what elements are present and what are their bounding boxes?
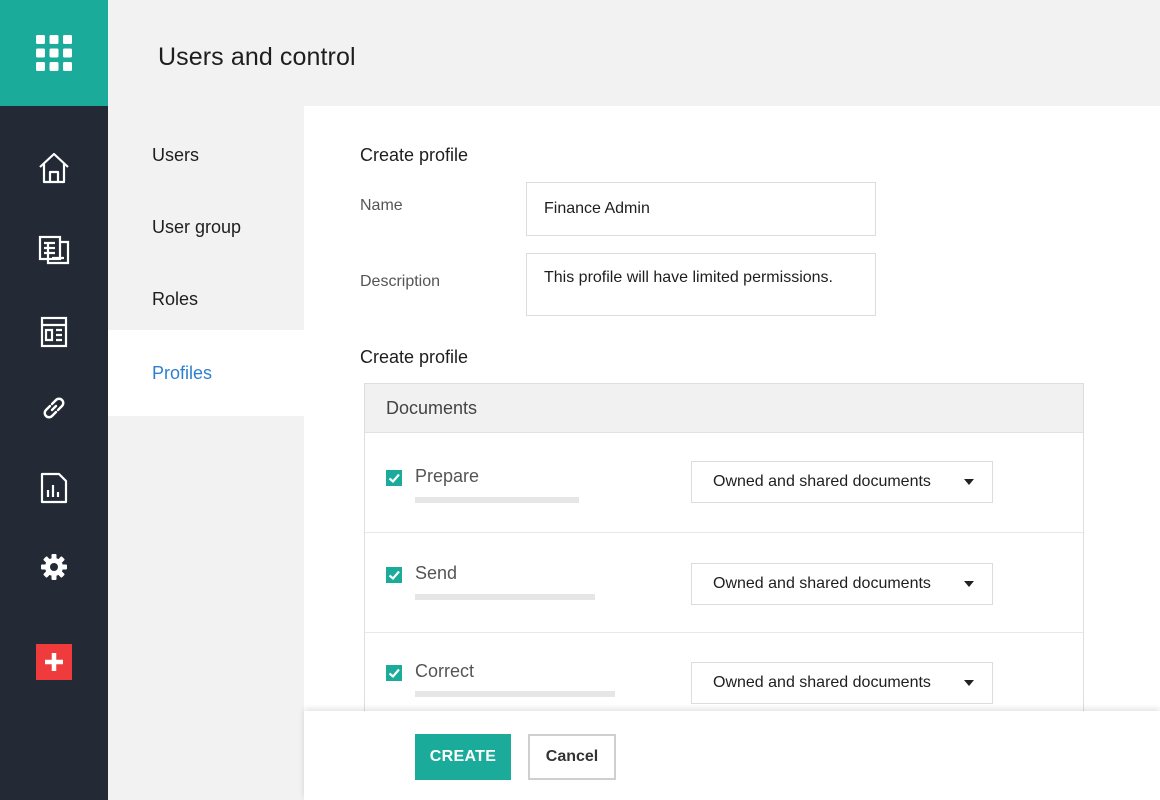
chevron-down-icon: [964, 581, 974, 587]
send-scope-dropdown[interactable]: Owned and shared documents: [691, 563, 993, 605]
rail-settings[interactable]: [0, 545, 108, 589]
reports-icon: [40, 472, 68, 504]
form-footer: CREATE Cancel: [304, 711, 1160, 800]
page-title: Users and control: [158, 43, 356, 71]
documents-group-header: Documents: [365, 384, 1083, 433]
description-label: Description: [360, 273, 441, 290]
send-placeholder-bar: [415, 594, 595, 600]
rail-add[interactable]: [0, 640, 108, 684]
prepare-scope-dropdown[interactable]: Owned and shared documents: [691, 461, 993, 503]
rail-reports[interactable]: [0, 466, 108, 510]
prepare-placeholder-bar: [415, 497, 579, 503]
send-scope-value: Owned and shared documents: [713, 575, 931, 592]
gear-icon: [41, 554, 67, 580]
create-button[interactable]: CREATE: [415, 734, 511, 780]
rail-home[interactable]: [0, 146, 108, 190]
rail-documents[interactable]: [0, 228, 108, 272]
name-label: Name: [360, 197, 403, 214]
correct-label: Correct: [415, 661, 475, 681]
permission-row-send: Send Owned and shared documents: [365, 533, 1083, 633]
permission-row-prepare: Prepare Owned and shared documents: [365, 433, 1083, 533]
send-checkbox[interactable]: [386, 567, 402, 583]
send-label: Send: [415, 563, 458, 583]
templates-icon: [40, 316, 68, 348]
name-field[interactable]: [526, 182, 876, 236]
cancel-button[interactable]: Cancel: [528, 734, 616, 780]
link-icon: [43, 397, 65, 419]
apps-grid-button[interactable]: [0, 0, 108, 106]
chevron-down-icon: [964, 680, 974, 686]
rail-link[interactable]: [0, 386, 108, 430]
correct-scope-value: Owned and shared documents: [713, 674, 931, 691]
subnav-item-user-group[interactable]: User group: [108, 191, 304, 263]
settings-subnav: Users User group Roles Profiles: [108, 106, 304, 800]
prepare-scope-value: Owned and shared documents: [713, 473, 931, 490]
subnav-item-roles[interactable]: Roles: [108, 263, 304, 335]
subnav-item-profiles[interactable]: Profiles: [108, 330, 304, 416]
home-icon: [39, 152, 69, 184]
chevron-down-icon: [964, 479, 974, 485]
rail-templates[interactable]: [0, 310, 108, 354]
page-header: Users and control: [108, 0, 1160, 106]
subnav-item-users[interactable]: Users: [108, 119, 304, 191]
description-field[interactable]: This profile will have limited permissio…: [526, 253, 876, 316]
documents-permissions-table: Documents Prepare Owned and shared docum…: [364, 383, 1084, 743]
correct-placeholder-bar: [415, 691, 615, 697]
correct-checkbox[interactable]: [386, 665, 402, 681]
create-profile-title: Create profile: [360, 145, 469, 165]
correct-scope-dropdown[interactable]: Owned and shared documents: [691, 662, 993, 704]
permissions-title: Create profile: [360, 347, 469, 367]
prepare-checkbox[interactable]: [386, 470, 402, 486]
add-icon: [36, 644, 72, 680]
documents-icon: [38, 235, 70, 265]
main-panel: Create profile Name Description This pro…: [304, 106, 1160, 800]
app-rail: [0, 0, 108, 800]
prepare-label: Prepare: [415, 466, 480, 486]
apps-grid-icon: [36, 35, 72, 71]
